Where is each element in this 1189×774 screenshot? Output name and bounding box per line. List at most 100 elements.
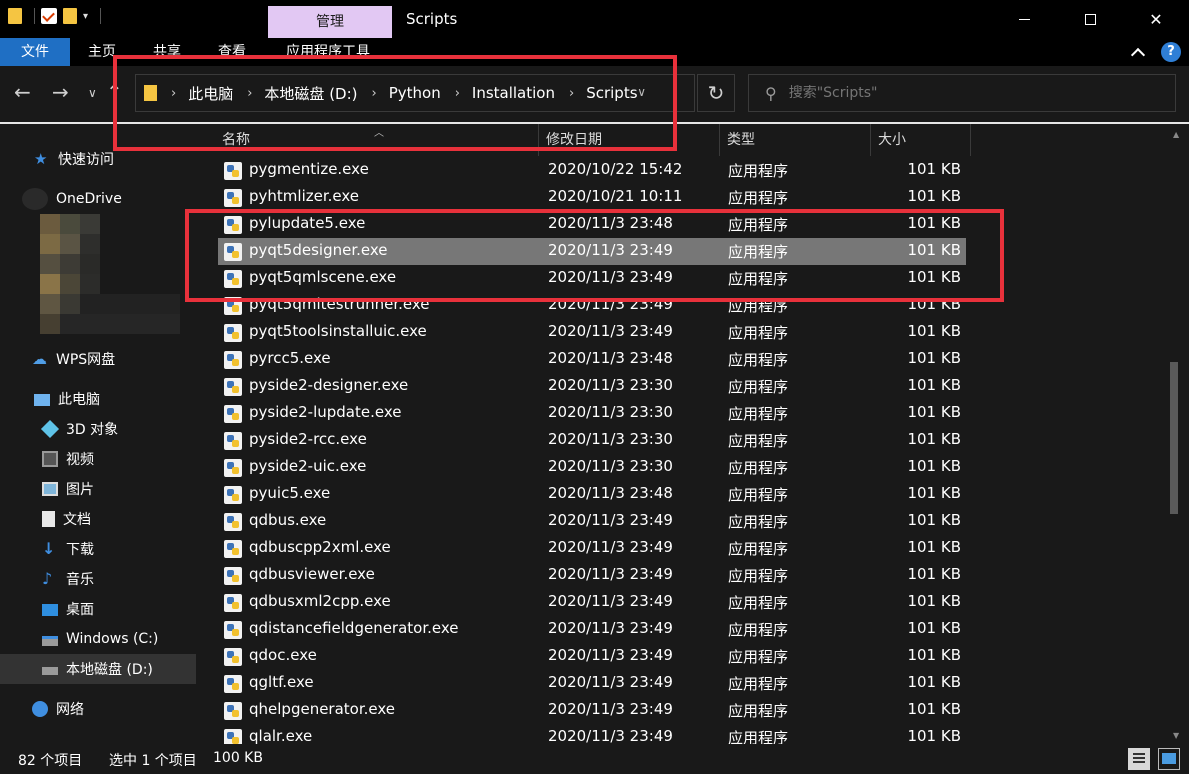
minimize-button[interactable] [991,0,1057,38]
recent-locations-icon[interactable]: ∨ [88,86,97,100]
file-type: 应用程序 [728,378,789,396]
column-divider[interactable] [970,124,971,156]
file-name: qgltf.exe [249,673,314,691]
table-row[interactable]: pyside2-designer.exe 2020/11/3 23:30 应用程序 1… [218,373,966,400]
file-size: 101 KB [907,511,961,529]
table-row[interactable]: pyside2-rcc.exe 2020/11/3 23:30 应用程序 101 KB [218,427,966,454]
file-name: pyqt5toolsinstalluic.exe [249,322,427,340]
table-row[interactable]: pyside2-lupdate.exe 2020/11/3 23:30 应用程序 10… [218,400,966,427]
maximize-icon [1084,13,1096,25]
column-divider[interactable] [719,124,720,156]
file-name: pyside2-designer.exe [249,376,409,394]
network-icon [32,701,48,717]
properties-icon[interactable] [41,8,57,24]
file-name: qdbusxml2cpp.exe [249,592,391,610]
file-size: 101 KB [907,727,961,744]
close-button[interactable]: ✕ [1123,0,1189,38]
table-row[interactable]: qdbusxml2cpp.exe 2020/11/3 23:49 应用程序 101 K… [218,589,966,616]
file-date: 2020/11/3 23:30 [548,376,673,394]
file-size: 101 KB [907,187,961,205]
file-type: 应用程序 [728,513,789,531]
sidebar-item-videos[interactable]: 视频 [0,444,196,474]
file-type: 应用程序 [728,351,789,369]
sidebar-item-downloads[interactable]: ↓ 下载 [0,534,196,564]
file-date: 2020/11/3 23:49 [548,538,673,556]
column-header-type[interactable]: 类型 [727,124,867,156]
table-row[interactable]: pyuic5.exe 2020/11/3 23:48 应用程序 101 KB [218,481,966,508]
search-box[interactable]: ⚲ [748,74,1176,112]
customize-dropdown-icon[interactable]: ▾ [83,11,88,22]
file-name: qdbusviewer.exe [249,565,375,583]
maximize-button[interactable] [1057,0,1123,38]
sidebar-item-this-pc[interactable]: 此电脑 [0,384,196,414]
table-row[interactable]: qdbusviewer.exe 2020/11/3 23:49 应用程序 101 KB [218,562,966,589]
file-type: 应用程序 [728,324,789,342]
status-bar: 82 个项目 选中 1 个项目 100 KB [0,744,1189,774]
exe-file-icon [224,513,242,531]
sidebar-item-wps-drive[interactable]: ☁ WPS网盘 [0,344,196,374]
sidebar-item-pictures[interactable]: 图片 [0,474,196,504]
manage-context-tab[interactable]: 管理 [268,6,392,38]
expand-ribbon-icon[interactable] [1130,47,1146,63]
file-type: 应用程序 [728,621,789,639]
sidebar-item-network[interactable]: 网络 [0,694,196,724]
sidebar-item-3d-objects[interactable]: 3D 对象 [0,414,196,444]
table-row[interactable]: pyqt5toolsinstalluic.exe 2020/11/3 23:49 应… [218,319,966,346]
sidebar-item-onedrive[interactable]: OneDrive [0,184,196,214]
file-name: qdbuscpp2xml.exe [249,538,391,556]
new-folder-icon[interactable] [63,8,77,24]
table-row[interactable]: qdbus.exe 2020/11/3 23:49 应用程序 101 KB [218,508,966,535]
table-row[interactable]: pyrcc5.exe 2020/11/3 23:48 应用程序 101 KB [218,346,966,373]
file-type: 应用程序 [728,648,789,666]
refresh-icon: ↻ [707,81,725,105]
sidebar-item-label: 此电脑 [58,392,100,408]
table-row[interactable]: qdistancefieldgenerator.exe 2020/11/3 23:… [218,616,966,643]
column-header-label: 类型 [727,132,755,148]
exe-file-icon [224,351,242,369]
sidebar-item-documents[interactable]: 文档 [0,504,196,534]
sidebar-item-label: 文档 [63,512,91,528]
scroll-down-icon[interactable]: ▼ [1173,731,1179,740]
table-row[interactable]: qlalr.exe 2020/11/3 23:49 应用程序 101 KB [218,724,966,744]
file-size: 101 KB [907,565,961,583]
table-row[interactable]: qdbuscpp2xml.exe 2020/11/3 23:49 应用程序 101 K… [218,535,966,562]
table-row[interactable]: qhelpgenerator.exe 2020/11/3 23:49 应用程序 101… [218,697,966,724]
file-date: 2020/11/3 23:49 [548,619,673,637]
exe-file-icon [224,621,242,639]
file-name: pyside2-rcc.exe [249,430,367,448]
search-input[interactable] [788,85,1149,101]
file-name: qdbus.exe [249,511,327,529]
back-arrow-icon[interactable]: ← [14,80,31,104]
refresh-button[interactable]: ↻ [697,74,735,112]
scrollbar-thumb[interactable] [1170,362,1178,514]
sidebar-item-music[interactable]: ♪ 音乐 [0,564,196,594]
table-row[interactable]: pyhtmlizer.exe 2020/10/21 10:11 应用程序 101 KB [218,184,966,211]
table-row[interactable]: pyside2-uic.exe 2020/11/3 23:30 应用程序 101 KB [218,454,966,481]
table-row[interactable]: pygmentize.exe 2020/10/22 15:42 应用程序 101 KB [218,157,966,184]
file-date: 2020/10/22 15:42 [548,160,683,178]
avatar [22,188,48,210]
tab-home[interactable]: 主页 [88,38,116,66]
large-icons-view-button[interactable] [1158,748,1180,770]
address-highlight-box [113,55,677,151]
file-name: pyside2-lupdate.exe [249,403,402,421]
details-view-button[interactable] [1128,748,1150,770]
column-divider[interactable] [870,124,871,156]
cloud-icon: ☁ [32,350,47,368]
column-header-size[interactable]: 大小 [878,124,968,156]
sidebar-item-label: 下载 [66,542,94,558]
scroll-up-icon[interactable]: ▲ [1173,130,1179,139]
forward-arrow-icon[interactable]: → [52,80,69,104]
table-row[interactable]: qgltf.exe 2020/11/3 23:49 应用程序 101 KB [218,670,966,697]
search-icon: ⚲ [765,83,777,103]
vertical-scrollbar[interactable]: ▲ ▼ [1166,124,1189,744]
file-size: 101 KB [907,673,961,691]
sidebar-item-drive-d[interactable]: 本地磁盘 (D:) [0,654,196,684]
table-row[interactable]: qdoc.exe 2020/11/3 23:49 应用程序 101 KB [218,643,966,670]
help-icon[interactable]: ? [1161,42,1181,62]
sidebar-item-drive-c[interactable]: Windows (C:) [0,624,196,654]
file-type: 应用程序 [728,702,789,720]
file-type: 应用程序 [728,405,789,423]
tab-file[interactable]: 文件 [0,38,70,66]
sidebar-item-desktop[interactable]: 桌面 [0,594,196,624]
